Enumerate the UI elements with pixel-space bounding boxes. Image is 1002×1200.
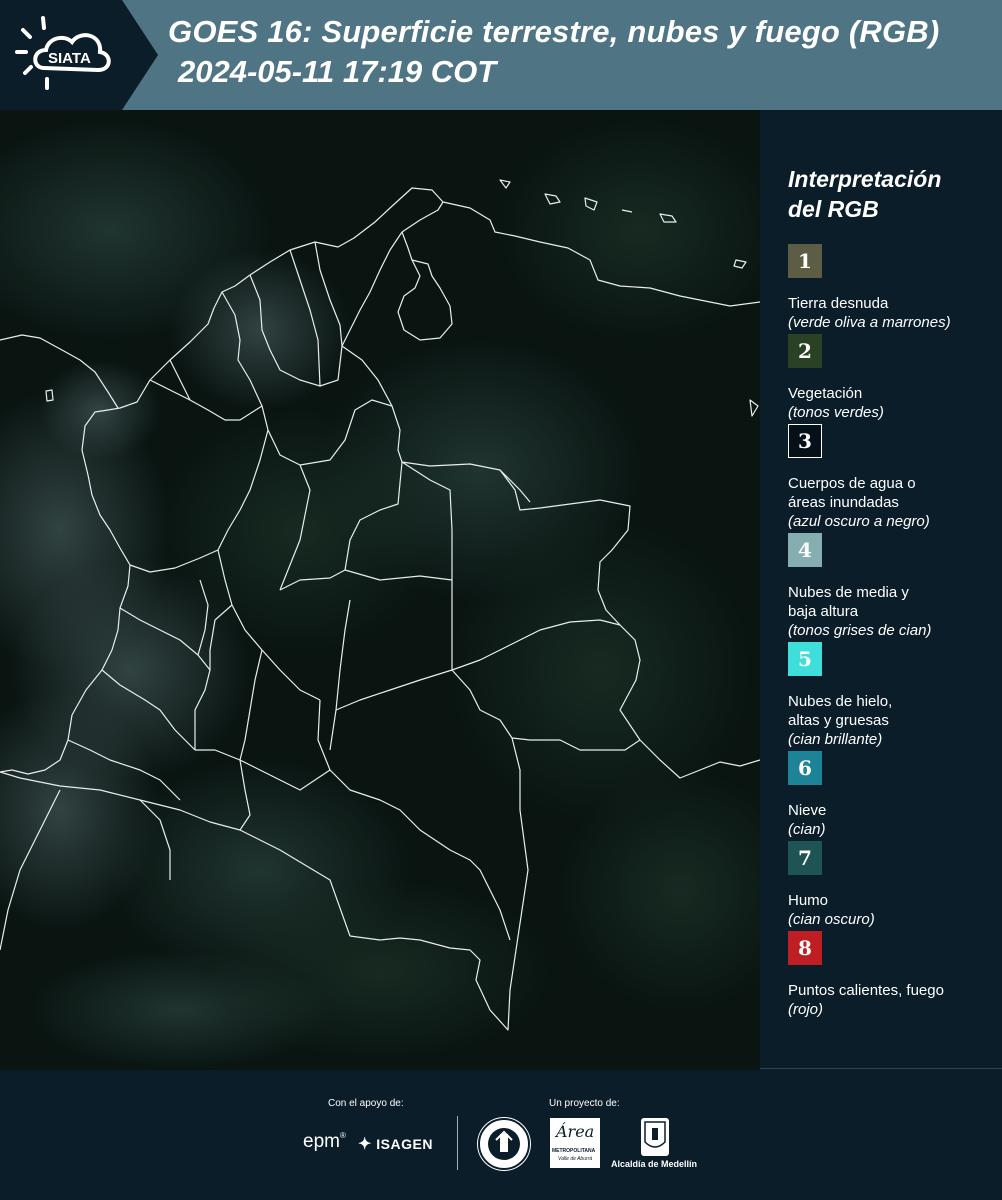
legend-item-8: 8 Puntos calientes, fuego (rojo) (788, 931, 998, 1019)
legend-swatch-4: 4 (788, 533, 822, 567)
isagen-logo-text: ISAGEN (376, 1136, 433, 1152)
legend-label-3-line1: Cuerpos de agua o (788, 475, 916, 492)
legend-item-2: 2 Vegetación (tonos verdes) (788, 334, 998, 422)
legend-desc-5: (cian brillante) (788, 731, 883, 748)
legend-item-7: 7 Humo (cian oscuro) (788, 841, 998, 929)
legend-label-7: Humo (788, 892, 829, 909)
siata-logo: SIATA (0, 0, 160, 110)
legend-swatch-5: 5 (788, 642, 822, 676)
legend-swatch-2: 2 (788, 334, 822, 368)
legend-desc-1: (verde oliva a marrones) (788, 314, 951, 331)
area-metropolitana-logo: Área METROPOLITANA Valle de Aburrá (550, 1118, 600, 1168)
legend-desc-7: (cian oscuro) (788, 911, 875, 928)
legend-swatch-3: 3 (788, 424, 822, 458)
siata-logo-text: SIATA (48, 50, 91, 67)
legend-label-4-line2: baja altura (788, 603, 859, 620)
legend-label-5: Nubes de hielo, altas y gruesas (788, 692, 998, 730)
legend-swatch-8: 8 (788, 931, 822, 965)
isagen-logo: ✦ ISAGEN (358, 1134, 433, 1154)
legend-desc-6: (cian) (788, 821, 826, 838)
legend-desc-4: (tonos grises de cian) (788, 622, 932, 639)
legend-item-4: 4 Nubes de media y baja altura (tonos gr… (788, 533, 998, 640)
epm-logo-text: epm (303, 1131, 340, 1152)
legend-label-6: Nieve (788, 802, 827, 819)
legend-title: Interpretación del RGB (788, 164, 988, 224)
legend-item-1: 1 Tierra desnuda (verde oliva a marrones… (788, 244, 998, 332)
area-logo-sub2: Valle de Aburrá (558, 1156, 593, 1162)
legend-label-3: Cuerpos de agua o áreas inundadas (788, 474, 998, 512)
legend-item-3: 3 Cuerpos de agua o áreas inundadas (azu… (788, 424, 998, 531)
isagen-icon: ✦ (358, 1136, 372, 1153)
legend-label-4: Nubes de media y baja altura (788, 583, 998, 621)
area-logo-text: Área (556, 1122, 595, 1141)
legend-desc-3: (azul oscuro a negro) (788, 513, 930, 530)
legend-label-4-line1: Nubes de media y (788, 584, 909, 601)
legend-label-5-line2: altas y gruesas (788, 712, 889, 729)
footer-project-label: Un proyecto de: (549, 1098, 620, 1109)
legend-label-1: Tierra desnuda (788, 295, 889, 312)
legend-label-3-line2: áreas inundadas (788, 494, 899, 511)
legend-item-6: 6 Nieve (cian) (788, 751, 998, 839)
legend-label-2: Vegetación (788, 385, 863, 402)
legend-title-line1: Interpretación (788, 166, 942, 192)
medellin-seal-logo (478, 1118, 530, 1170)
page-timestamp: 2024-05-11 17:19 COT (178, 54, 497, 89)
area-logo-sub: METROPOLITANA (552, 1148, 596, 1154)
legend-panel: Interpretación del RGB 1 Tierra desnuda … (760, 110, 1002, 1069)
legend-label-8: Puntos calientes, fuego (788, 982, 944, 999)
footer-separator (457, 1116, 458, 1170)
legend-swatch-7: 7 (788, 841, 822, 875)
epm-logo: epm® (303, 1131, 346, 1152)
legend-desc-2: (tonos verdes) (788, 404, 884, 421)
satellite-map (0, 110, 760, 1070)
legend-swatch-6: 6 (788, 751, 822, 785)
legend-label-5-line1: Nubes de hielo, (788, 693, 893, 710)
legend-item-5: 5 Nubes de hielo, altas y gruesas (cian … (788, 642, 998, 749)
legend-desc-8: (rojo) (788, 1001, 824, 1018)
legend-swatch-1: 1 (788, 244, 822, 278)
alcaldia-shield-icon (641, 1118, 669, 1156)
legend-title-line2: del RGB (788, 196, 879, 222)
page-title: GOES 16: Superficie terrestre, nubes y f… (168, 14, 940, 49)
alcaldia-label: Alcaldía de Medellín (611, 1159, 698, 1169)
footer-support-label: Con el apoyo de: (328, 1098, 404, 1109)
